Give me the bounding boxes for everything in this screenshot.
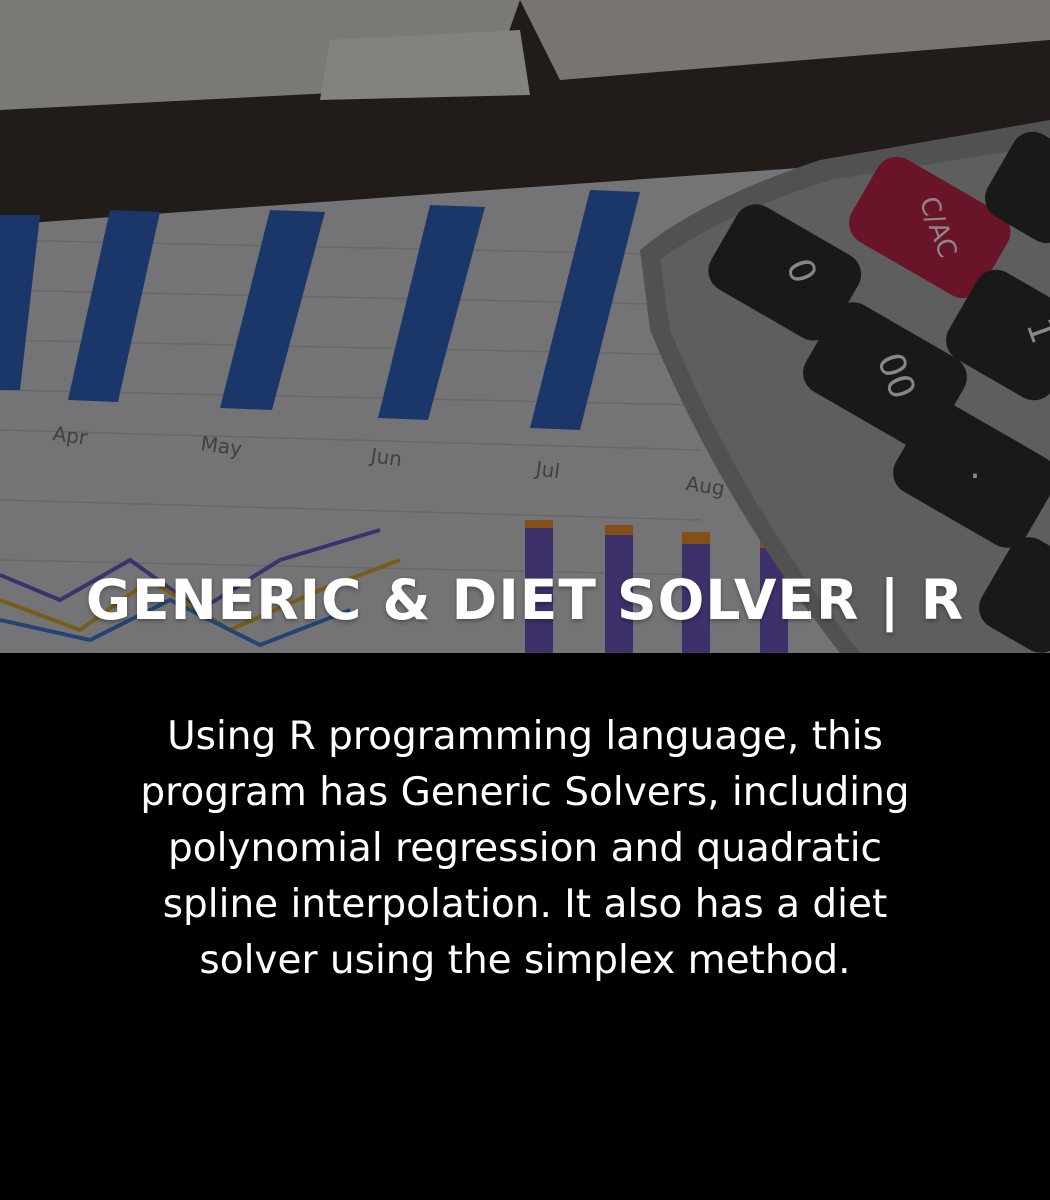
project-description: Using R programming language, this progr…: [140, 714, 910, 983]
hero-image: Apr May Jun Jul Aug 0 C/AC 00 1 . GENERI…: [0, 0, 1050, 653]
project-title: GENERIC & DIET SOLVER | R: [85, 568, 965, 632]
description-panel: Using R programming language, this progr…: [0, 653, 1050, 1200]
image-overlay: [0, 0, 1050, 653]
project-card[interactable]: Apr May Jun Jul Aug 0 C/AC 00 1 . GENERI…: [0, 0, 1050, 1200]
